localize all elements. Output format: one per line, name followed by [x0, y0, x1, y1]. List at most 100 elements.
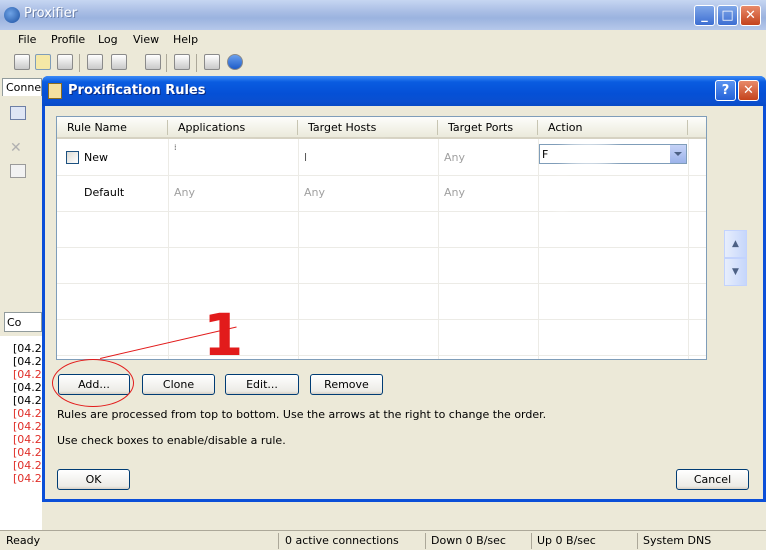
status-separator — [637, 533, 638, 549]
rules-icon[interactable] — [35, 54, 51, 70]
column-divider[interactable] — [297, 120, 298, 135]
proxy-servers-icon[interactable] — [57, 54, 73, 70]
move-down-button[interactable]: ▼ — [724, 258, 747, 286]
chevron-down-icon[interactable] — [669, 145, 686, 163]
grid-line — [57, 211, 706, 212]
save-profile-icon[interactable] — [145, 54, 161, 70]
new-profile-icon[interactable] — [87, 54, 103, 70]
log-line: [04.26 — [13, 420, 42, 433]
target-ports-new[interactable]: Any — [444, 151, 465, 164]
menu-file[interactable]: File — [18, 33, 36, 46]
status-connections: 0 active connections — [285, 534, 399, 547]
column-divider[interactable] — [537, 120, 538, 135]
action-select-partial-text: F — [542, 148, 549, 161]
rules-dialog-icon — [48, 83, 62, 99]
toolbar-separator — [196, 54, 197, 72]
status-separator — [425, 533, 426, 549]
edit-rule-button[interactable]: Edit... — [225, 374, 299, 395]
log-area: [04.26 [04.26 [04.26 [04.26 [04.26 [04.2… — [0, 336, 42, 530]
column-header-action[interactable]: Action — [538, 117, 706, 139]
log-line: [04.26 — [13, 394, 42, 407]
rule-name-new[interactable]: New — [84, 151, 108, 164]
target-hosts-default[interactable]: Any — [304, 186, 325, 199]
minimize-button[interactable]: _ — [694, 5, 715, 26]
status-upload: Up 0 B/sec — [537, 534, 596, 547]
status-dns: System DNS — [643, 534, 712, 547]
menu-view[interactable]: View — [133, 33, 159, 46]
main-titlebar: Proxifier _ □ ✕ — [0, 0, 766, 30]
connections-icon[interactable] — [14, 54, 30, 70]
redacted-action-default — [547, 181, 577, 207]
hint-order-text: Rules are processed from top to bottom. … — [57, 408, 547, 421]
rule-name-default[interactable]: Default — [84, 186, 124, 199]
column-header-target-ports[interactable]: Target Ports — [438, 117, 538, 139]
dialog-titlebar: Proxification Rules ? ✕ — [42, 76, 766, 106]
app-title: Proxifier — [24, 6, 78, 21]
menu-log[interactable]: Log — [98, 33, 118, 46]
delete-icon[interactable]: ✕ — [10, 140, 26, 156]
menu-bar: File Profile Log View Help — [0, 30, 766, 50]
document-icon[interactable] — [10, 164, 26, 178]
log-line: [04.26 — [13, 368, 42, 381]
remove-rule-button[interactable]: Remove — [310, 374, 383, 395]
maximize-button[interactable]: □ — [717, 5, 738, 26]
tab-connections-bottom[interactable]: Co — [4, 312, 42, 332]
grid-line — [57, 283, 706, 284]
target-ports-default[interactable]: Any — [444, 186, 465, 199]
log-line: [04.26 — [13, 342, 42, 355]
column-divider[interactable] — [167, 120, 168, 135]
log-line: [04.26 — [13, 472, 42, 485]
rules-table: Rule Name Applications Target Hosts Targ… — [56, 116, 707, 360]
move-up-button[interactable]: ▲ — [724, 230, 747, 258]
toolbar — [0, 51, 766, 75]
status-separator — [531, 533, 532, 549]
help-icon[interactable] — [227, 54, 243, 70]
ok-button[interactable]: OK — [57, 469, 130, 490]
profile-settings-icon[interactable] — [174, 54, 190, 70]
close-button[interactable]: ✕ — [740, 5, 761, 26]
tab-connections[interactable]: Conne — [2, 78, 42, 96]
target-hosts-cell-redacted[interactable]: l — [304, 151, 307, 164]
menu-help[interactable]: Help — [173, 33, 198, 46]
redacted-action — [554, 147, 624, 161]
grid-line — [438, 139, 439, 359]
redacted-applications — [183, 144, 283, 166]
grid-line — [168, 139, 169, 359]
applications-default[interactable]: Any — [174, 186, 195, 199]
rule-enable-checkbox[interactable] — [66, 151, 79, 164]
grid-line — [57, 247, 706, 248]
grid-line — [57, 355, 706, 356]
status-bar: Ready 0 active connections Down 0 B/sec … — [0, 530, 766, 550]
column-header-target-hosts[interactable]: Target Hosts — [298, 117, 438, 139]
column-header-applications[interactable]: Applications — [168, 117, 298, 139]
print-icon[interactable] — [204, 54, 220, 70]
log-line: [04.26 — [13, 381, 42, 394]
annotation-step-number: 1 — [203, 301, 244, 369]
redacted-target-hosts — [313, 144, 433, 166]
grid-line — [298, 139, 299, 359]
column-header-rule-name[interactable]: Rule Name — [57, 117, 168, 139]
clone-rule-button[interactable]: Clone — [142, 374, 215, 395]
dialog-close-button[interactable]: ✕ — [738, 80, 759, 101]
proxifier-app-icon — [4, 7, 20, 23]
grid-line — [538, 139, 539, 359]
applications-cell-redacted[interactable]: ⁞ — [174, 143, 177, 152]
status-download: Down 0 B/sec — [431, 534, 506, 547]
log-line: [04.26 — [13, 433, 42, 446]
toolbar-separator — [79, 54, 80, 72]
status-ready: Ready — [6, 534, 41, 547]
tree-icon[interactable] — [10, 106, 26, 120]
column-divider[interactable] — [437, 120, 438, 135]
open-profile-icon[interactable] — [111, 54, 127, 70]
dialog-help-button[interactable]: ? — [715, 80, 736, 101]
log-line: [04.26 — [13, 446, 42, 459]
action-select[interactable]: F — [539, 144, 687, 164]
menu-profile[interactable]: Profile — [51, 33, 85, 46]
annotation-circle — [52, 359, 134, 407]
status-separator — [278, 533, 279, 549]
hint-checkbox-text: Use check boxes to enable/disable a rule… — [57, 434, 286, 447]
log-line: [04.26 — [13, 355, 42, 368]
cancel-button[interactable]: Cancel — [676, 469, 749, 490]
column-divider[interactable] — [687, 120, 688, 135]
dialog-body: Rule Name Applications Target Hosts Targ… — [45, 106, 763, 499]
